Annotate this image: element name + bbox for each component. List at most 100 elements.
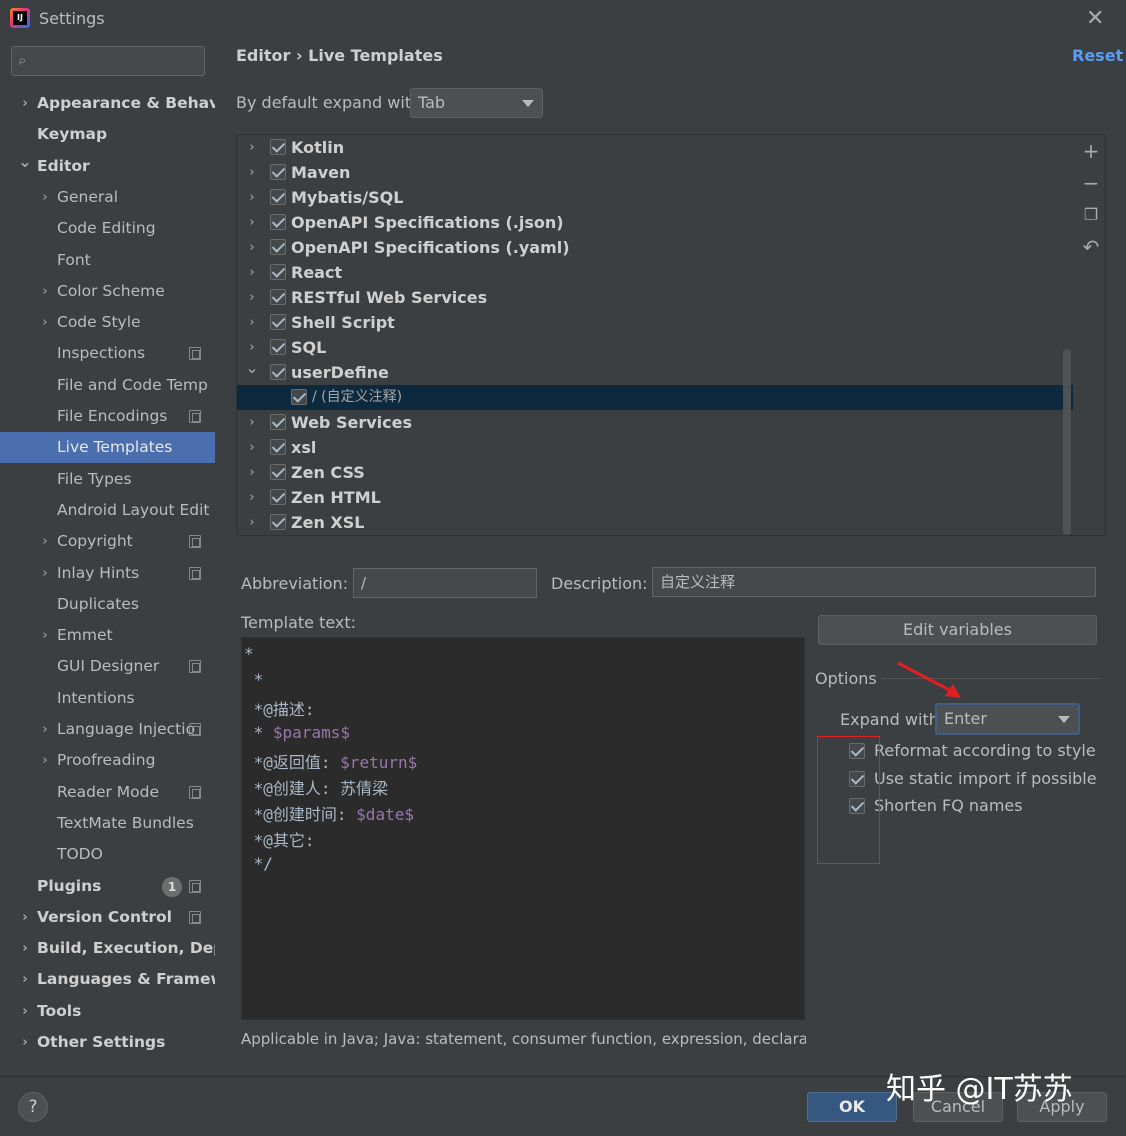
chevron-right-icon[interactable]: ›	[18, 996, 32, 1027]
chevron-right-icon[interactable]: ›	[38, 745, 52, 776]
sidebar-item-duplicates[interactable]: Duplicates	[0, 589, 215, 620]
sidebar-item-file-types[interactable]: File Types	[0, 464, 215, 495]
sidebar-item-plugins[interactable]: Plugins 1	[0, 871, 215, 902]
sidebar-item-appearance-behavi[interactable]: › Appearance & Behavi	[0, 88, 215, 119]
chevron-right-icon[interactable]: ›	[245, 160, 259, 185]
template-group[interactable]: › Shell Script	[237, 310, 1073, 335]
template-group[interactable]: › RESTful Web Services	[237, 285, 1073, 310]
template-checkbox[interactable]	[270, 314, 286, 330]
chevron-right-icon[interactable]: ›	[245, 435, 259, 460]
sidebar-item-color-scheme[interactable]: › Color Scheme	[0, 276, 215, 307]
sidebar-item-file-and-code-temp[interactable]: File and Code Temp	[0, 370, 215, 401]
template-checkbox[interactable]	[291, 389, 307, 405]
chevron-down-icon[interactable]: ⌄	[18, 151, 32, 177]
sidebar-item-language-injectio[interactable]: › Language Injectio	[0, 714, 215, 745]
template-group[interactable]: › Mybatis/SQL	[237, 185, 1073, 210]
sidebar-item-version-control[interactable]: › Version Control	[0, 902, 215, 933]
chevron-right-icon[interactable]: ›	[38, 558, 52, 589]
template-checkbox[interactable]	[270, 464, 286, 480]
sidebar-item-languages-framew[interactable]: › Languages & Framew	[0, 964, 215, 995]
ok-button[interactable]: OK	[807, 1092, 897, 1122]
sidebar-item-android-layout-edit[interactable]: Android Layout Edit	[0, 495, 215, 526]
chevron-right-icon[interactable]: ›	[245, 210, 259, 235]
template-group[interactable]: › Web Services	[237, 410, 1073, 435]
template-group[interactable]: › OpenAPI Specifications (.yaml)	[237, 235, 1073, 260]
chevron-right-icon[interactable]: ›	[245, 460, 259, 485]
sidebar-item-proofreading[interactable]: › Proofreading	[0, 745, 215, 776]
template-item[interactable]: / (自定义注释)	[237, 385, 1073, 410]
chevron-right-icon[interactable]: ›	[245, 310, 259, 335]
sidebar-item-reader-mode[interactable]: Reader Mode	[0, 777, 215, 808]
applicable-contexts[interactable]: Applicable in Java; Java: statement, con…	[241, 1030, 806, 1048]
template-group[interactable]: › Maven	[237, 160, 1073, 185]
template-text-editor[interactable]: * * *@描述: * $params$ *@返回值: $return$ *@创…	[241, 637, 805, 1020]
edit-variables-button[interactable]: Edit variables	[818, 615, 1097, 645]
chevron-right-icon[interactable]: ›	[245, 260, 259, 285]
chevron-right-icon[interactable]: ›	[38, 307, 52, 338]
expand-with-select[interactable]: Enter	[935, 703, 1080, 735]
chevron-right-icon[interactable]: ›	[245, 285, 259, 310]
template-checkbox[interactable]	[270, 514, 286, 530]
copy-icon[interactable]: ❐	[1081, 205, 1101, 225]
sidebar-item-tools[interactable]: › Tools	[0, 996, 215, 1027]
chevron-down-icon[interactable]: ⌄	[245, 355, 259, 380]
sidebar-item-copyright[interactable]: › Copyright	[0, 526, 215, 557]
chevron-right-icon[interactable]: ›	[18, 964, 32, 995]
template-group[interactable]: › xsl	[237, 435, 1073, 460]
template-checkbox[interactable]	[270, 164, 286, 180]
template-group[interactable]: › SQL	[237, 335, 1073, 360]
sidebar-item-todo[interactable]: TODO	[0, 839, 215, 870]
template-group[interactable]: › React	[237, 260, 1073, 285]
sidebar-item-keymap[interactable]: Keymap	[0, 119, 215, 150]
template-checkbox[interactable]	[270, 364, 286, 380]
template-checkbox[interactable]	[270, 339, 286, 355]
chevron-right-icon[interactable]: ›	[38, 182, 52, 213]
sidebar-item-font[interactable]: Font	[0, 245, 215, 276]
template-group[interactable]: › Zen CSS	[237, 460, 1073, 485]
abbreviation-input[interactable]: /	[353, 568, 537, 598]
template-checkbox[interactable]	[270, 289, 286, 305]
chevron-right-icon[interactable]: ›	[38, 620, 52, 651]
chevron-right-icon[interactable]: ›	[18, 1027, 32, 1058]
chevron-right-icon[interactable]: ›	[38, 526, 52, 557]
chevron-right-icon[interactable]: ›	[245, 135, 259, 160]
template-checkbox[interactable]	[270, 439, 286, 455]
chevron-right-icon[interactable]: ›	[38, 276, 52, 307]
chevron-right-icon[interactable]: ›	[18, 902, 32, 933]
sidebar-item-build-execution-depl[interactable]: › Build, Execution, Depl	[0, 933, 215, 964]
chevron-right-icon[interactable]: ›	[38, 714, 52, 745]
default-expand-select[interactable]: Tab	[410, 88, 543, 118]
sidebar-item-textmate-bundles[interactable]: TextMate Bundles	[0, 808, 215, 839]
template-checkbox[interactable]	[270, 139, 286, 155]
template-checkbox[interactable]	[270, 239, 286, 255]
chevron-right-icon[interactable]: ›	[245, 185, 259, 210]
template-checkbox[interactable]	[270, 189, 286, 205]
template-checkbox[interactable]	[270, 214, 286, 230]
remove-icon[interactable]: −	[1081, 173, 1101, 193]
sidebar-item-live-templates[interactable]: Live Templates	[0, 432, 215, 464]
sidebar-item-other-settings[interactable]: › Other Settings	[0, 1027, 215, 1058]
template-group[interactable]: › Zen HTML	[237, 485, 1073, 510]
reset-link[interactable]: Reset	[1072, 46, 1123, 65]
description-input[interactable]: 自定义注释	[652, 567, 1096, 597]
chevron-right-icon[interactable]: ›	[18, 933, 32, 964]
template-group[interactable]: › Kotlin	[237, 135, 1073, 160]
chevron-right-icon[interactable]: ›	[18, 88, 32, 119]
add-icon[interactable]: +	[1081, 141, 1101, 161]
sidebar-item-general[interactable]: › General	[0, 182, 215, 213]
chevron-right-icon[interactable]: ›	[245, 235, 259, 260]
template-checkbox[interactable]	[270, 264, 286, 280]
tree-scrollbar[interactable]	[1063, 349, 1071, 535]
sidebar-item-inspections[interactable]: Inspections	[0, 338, 215, 369]
chevron-right-icon[interactable]: ›	[245, 510, 259, 535]
settings-search-input[interactable]: ⌕	[11, 46, 205, 76]
template-checkbox[interactable]	[270, 489, 286, 505]
sidebar-item-code-style[interactable]: › Code Style	[0, 307, 215, 338]
restore-icon[interactable]: ↶	[1081, 237, 1101, 257]
sidebar-item-inlay-hints[interactable]: › Inlay Hints	[0, 558, 215, 589]
help-button[interactable]: ?	[18, 1092, 48, 1122]
template-group[interactable]: › Zen XSL	[237, 510, 1073, 535]
sidebar-item-gui-designer[interactable]: GUI Designer	[0, 651, 215, 682]
close-icon[interactable]: ✕	[1086, 6, 1104, 31]
template-group[interactable]: › OpenAPI Specifications (.json)	[237, 210, 1073, 235]
